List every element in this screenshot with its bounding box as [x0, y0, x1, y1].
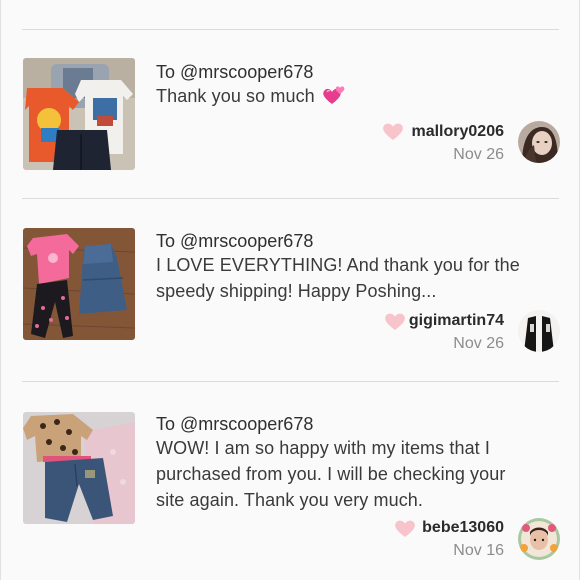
listing-thumbnail[interactable]	[23, 412, 135, 524]
review-message-line: speedy shipping! Happy Poshing...	[156, 281, 437, 301]
recipient-line: To @mrscooper678	[156, 414, 314, 434]
review-message: I LOVE EVERYTHING! And thank you for the…	[156, 252, 556, 304]
review-message-text: Thank you so much	[156, 86, 315, 106]
reviewer-username[interactable]: bebe13060	[422, 518, 504, 538]
love-notes-page: To @mrscooper678 Thank you so much mallo…	[0, 0, 580, 580]
avatar[interactable]	[518, 518, 560, 560]
two-hearts-icon	[322, 84, 346, 106]
avatar[interactable]	[518, 121, 560, 163]
divider	[22, 29, 559, 30]
reviewer-username[interactable]: mallory0206	[411, 122, 504, 142]
review-message-line: site again. Thank you very much.	[156, 490, 424, 510]
heart-icon	[395, 520, 415, 537]
review-message: Thank you so much	[156, 83, 556, 109]
divider	[22, 198, 559, 199]
listing-thumbnail[interactable]	[23, 58, 135, 170]
listing-thumbnail[interactable]	[23, 228, 135, 340]
avatar[interactable]	[518, 310, 560, 352]
recipient-line: To @mrscooper678	[156, 231, 314, 251]
review-message-line: purchased from you. I will be checking y…	[156, 464, 506, 484]
reviewer-username[interactable]: gigimartin74	[409, 311, 504, 331]
review-date: Nov 26	[453, 335, 504, 352]
heart-icon	[383, 123, 403, 140]
review-date: Nov 16	[453, 542, 504, 559]
heart-icon	[385, 313, 405, 330]
divider	[22, 381, 559, 382]
review-message: WOW! I am so happy with my items that I …	[156, 435, 556, 513]
review-date: Nov 26	[453, 146, 504, 163]
recipient-line: To @mrscooper678	[156, 62, 314, 82]
review-message-line: WOW! I am so happy with my items that I	[156, 438, 490, 458]
review-message-line: I LOVE EVERYTHING! And thank you for the	[156, 255, 520, 275]
